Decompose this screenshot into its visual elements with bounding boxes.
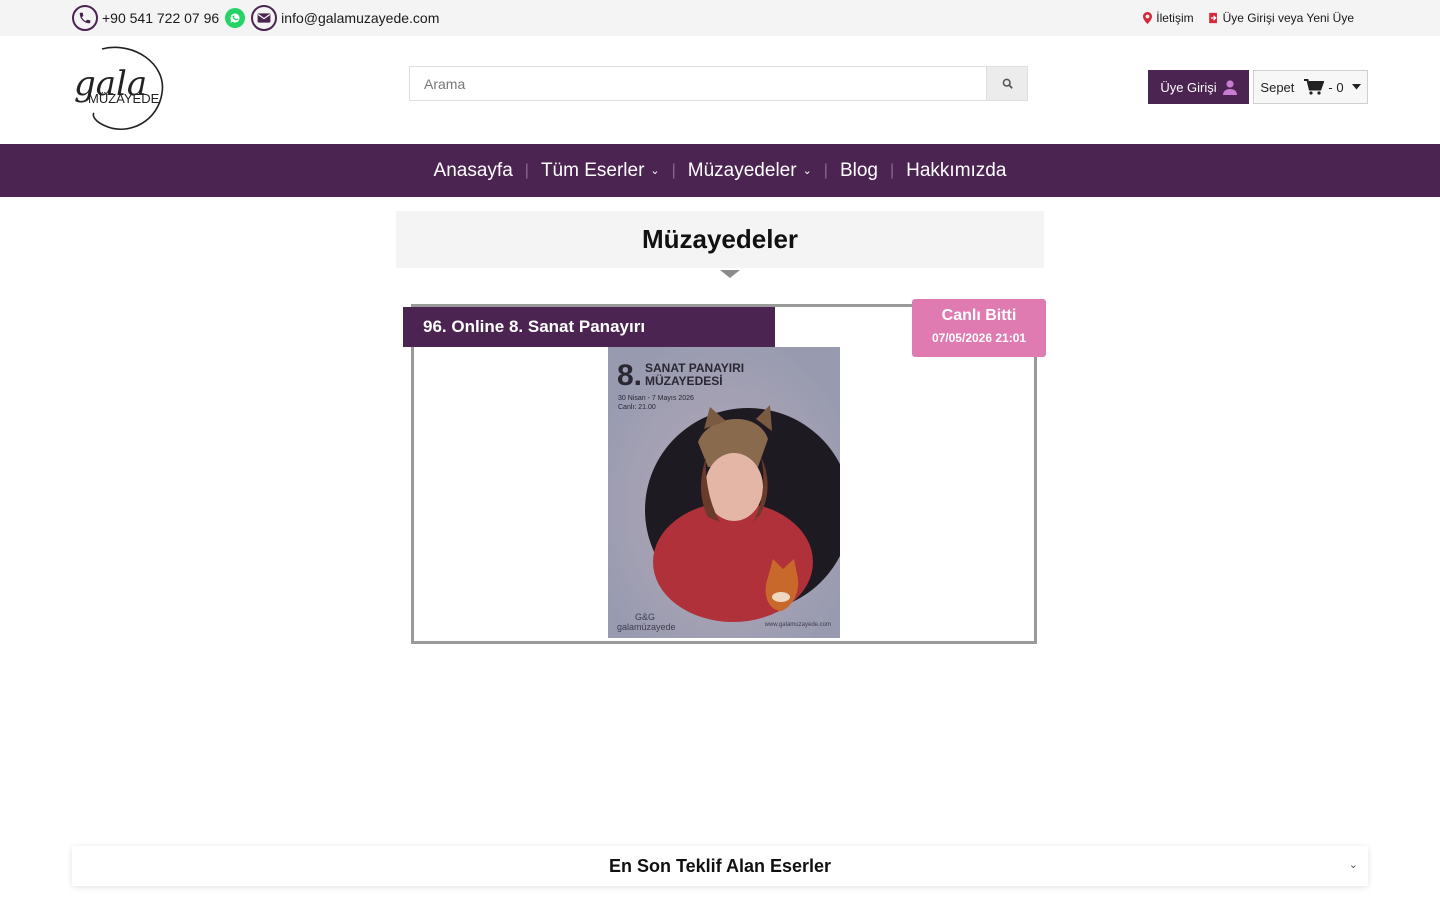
poster-date-range: 30 Nisan - 7 Mayıs 2026	[618, 395, 694, 402]
contact-link[interactable]: İletişim	[1143, 11, 1194, 25]
nav-separator: |	[889, 161, 895, 179]
search-icon	[1002, 78, 1013, 89]
member-login-label: Üye Girişi	[1160, 79, 1217, 95]
auction-title[interactable]: 96. Online 8. Sanat Panayırı	[403, 307, 775, 347]
search-input[interactable]	[409, 66, 987, 101]
page-title: Müzayedeler	[641, 224, 799, 254]
top-bar: +90 541 722 07 96 info@galamuzayede.com …	[0, 0, 1440, 36]
nav-item-home[interactable]: Anasayfa	[434, 160, 513, 182]
nav-item-blog[interactable]: Blog	[840, 160, 878, 182]
poster-number: 8.	[617, 359, 643, 392]
member-login-button[interactable]: Üye Girişi	[1148, 70, 1249, 104]
poster-artwork	[608, 347, 840, 638]
nav-separator: |	[823, 161, 828, 179]
latest-bids-title: En Son Teklif Alan Eserler	[608, 855, 832, 876]
whatsapp-icon[interactable]	[225, 8, 246, 28]
contact-info: +90 541 722 07 96 info@galamuzayede.com	[72, 5, 439, 31]
email-address[interactable]: info@galamuzayede.com	[281, 10, 439, 26]
nav-item-about[interactable]: Hakkımızda	[906, 160, 1006, 182]
chevron-down-icon: ⌄	[650, 165, 660, 177]
login-register-label: Üye Girişi veya Yeni Üye	[1222, 11, 1354, 25]
cart-icon	[1304, 79, 1325, 95]
nav-about-label: Hakkımızda	[906, 159, 1007, 181]
page-title-box: Müzayedeler	[396, 211, 1044, 268]
nav-blog-label: Blog	[839, 159, 878, 181]
auction-status: Canlı Bitti	[941, 307, 1017, 324]
nav-separator: |	[671, 161, 676, 179]
search-button[interactable]	[987, 66, 1028, 101]
poster-dates: 30 Nisan - 7 Mayıs 2026 Canlı: 21.00	[618, 394, 694, 412]
poster-brand-name: galamüzayede	[617, 622, 676, 632]
nav-all-artworks-label: Tüm Eserler	[540, 159, 645, 181]
latest-bids-section-header[interactable]: En Son Teklif Alan Eserler ⌄	[72, 846, 1368, 886]
main-navigation: Anasayfa | Tüm Eserler ⌄ | Müzayedeler ⌄ |…	[0, 144, 1440, 197]
chevron-down-icon: ⌄	[802, 165, 812, 177]
contact-link-label: İletişim	[1156, 11, 1194, 25]
login-register-link[interactable]: Üye Girişi veya Yeni Üye	[1208, 11, 1354, 25]
map-pin-icon	[1143, 12, 1153, 24]
cart-label: Sepet	[1260, 79, 1295, 95]
phone-icon[interactable]	[72, 5, 98, 31]
caret-down-icon	[1351, 84, 1361, 90]
nav-item-auctions[interactable]: Müzayedeler ⌄	[688, 160, 812, 182]
auction-date: 07/05/2026 21:01	[931, 331, 1027, 345]
site-header: gala MÜZAYEDE Üye Girişi Sepet - 0	[0, 36, 1440, 144]
poster-heading: SANAT PANAYIRI MÜZAYEDESİ	[645, 362, 744, 388]
nav-separator: |	[524, 161, 529, 179]
title-arrow-decoration	[720, 270, 740, 278]
phone-number[interactable]: +90 541 722 07 96	[102, 10, 219, 26]
poster-website: www.galamuzayede.com	[764, 622, 831, 628]
poster-brand-mark: G&G	[635, 612, 656, 622]
site-logo[interactable]: gala MÜZAYEDE	[72, 43, 166, 131]
email-icon[interactable]	[251, 5, 278, 31]
nav-auctions-label: Müzayedeler	[687, 159, 797, 181]
nav-home-label: Anasayfa	[433, 159, 513, 181]
top-links: İletişim Üye Girişi veya Yeni Üye	[1129, 11, 1354, 25]
auction-poster-image[interactable]: 8. SANAT PANAYIRI MÜZAYEDESİ 30 Nisan - …	[608, 347, 840, 638]
poster-live-time: Canlı: 21.00	[618, 404, 656, 411]
poster-heading-line2: MÜZAYEDESİ	[645, 374, 723, 388]
nav-item-all-artworks[interactable]: Tüm Eserler ⌄	[541, 160, 660, 182]
logo-text: MÜZAYEDE	[88, 91, 160, 106]
search-bar	[409, 66, 1028, 101]
chevron-down-icon[interactable]: ⌄	[1349, 858, 1358, 871]
poster-brand: G&G galamüzayede	[617, 612, 676, 632]
auction-status-badge: Canlı Bitti 07/05/2026 21:01	[912, 299, 1046, 357]
sign-in-icon	[1208, 12, 1217, 24]
cart-count: - 0	[1328, 79, 1344, 95]
cart-button[interactable]: Sepet - 0	[1253, 70, 1368, 104]
user-icon	[1222, 79, 1237, 95]
